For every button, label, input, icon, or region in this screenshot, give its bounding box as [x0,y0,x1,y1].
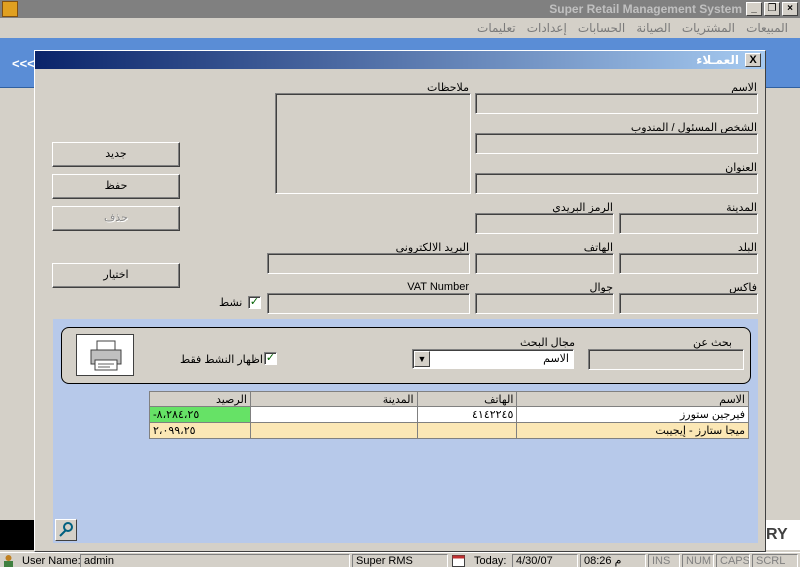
calendar-icon [452,555,465,567]
dialog-titlebar: العمـلاء X [35,51,765,69]
nav-arrows[interactable]: <<< [12,56,35,71]
column-header-phone[interactable]: الهاتف [416,391,518,407]
cell-balance[interactable]: -٨،٢٨٤،٢٥ [149,406,251,423]
user-icon [4,555,13,567]
email-field[interactable] [267,253,470,274]
user-name-label: User Name: [22,555,81,567]
contact-field[interactable] [475,133,758,154]
fax-field[interactable] [619,293,758,314]
user-name-value: admin [80,554,350,567]
scrl-indicator: SCRL [752,554,798,567]
search-for-label: بحث عن [693,337,732,349]
app-titlebar: Super Retail Management System _ ❐ × [0,0,800,18]
cell-phone[interactable] [416,422,518,439]
search-field-label: مجال البحث [520,337,576,349]
column-header-name[interactable]: الاسم [516,391,749,407]
new-button[interactable]: جديد [52,142,180,167]
address-field[interactable] [475,173,758,194]
menu-settings[interactable]: إعدادات [523,18,571,38]
customers-table: الاسم الهاتف المدينة الرصيد فيرجين ستورز… [149,391,749,439]
print-button[interactable] [76,334,134,376]
show-active-checkbox[interactable]: ✓ [264,352,277,365]
num-indicator: NUM [682,554,714,567]
menu-help[interactable]: تعليمات [473,18,520,38]
search-results-panel: ✓ اظهار النشط فقط مجال البحث الاسم ▼ بحث… [53,319,758,543]
menu-accounts[interactable]: الحسابات [574,18,629,38]
notes-field[interactable] [275,93,471,194]
app-icon[interactable] [2,1,18,17]
city-field[interactable] [619,213,758,234]
active-label: نشط [219,297,243,309]
date-value: 4/30/07 [512,554,578,567]
name-field[interactable] [475,93,758,114]
postal-field[interactable] [475,213,614,234]
menu-maintenance[interactable]: الصيانة [632,18,674,38]
table-row[interactable]: فيرجين ستورز ٤١٤٢٢٤٥ -٨،٢٨٤،٢٥ [149,406,749,423]
time-value: 08:26 م [580,554,646,567]
menu-purchases[interactable]: المشتريات [678,18,739,38]
chevron-down-icon[interactable]: ▼ [414,351,430,367]
show-active-label: اظهار النشط فقط [180,354,263,366]
minimize-button[interactable]: _ [746,2,762,16]
menu-sales[interactable]: المبيعات [742,18,792,38]
cell-name[interactable]: ميجا ستارز - إيجيبت [516,422,749,439]
cell-name[interactable]: فيرجين ستورز [516,406,749,423]
search-box: ✓ اظهار النشط فقط مجال البحث الاسم ▼ بحث… [61,327,751,384]
country-field[interactable] [619,253,758,274]
cell-balance[interactable]: ٢،٠٩٩،٢٥ [149,422,251,439]
search-input[interactable] [588,349,744,370]
phone-field[interactable] [475,253,614,274]
active-checkbox[interactable]: ✓ [248,296,261,309]
ins-indicator: INS [648,554,680,567]
brand-fragment: RY [766,520,800,550]
table-header-row: الاسم الهاتف المدينة الرصيد [149,391,749,407]
restore-button[interactable]: ❐ [764,2,780,16]
app-background-panel [0,520,34,550]
app-name-value: Super RMS [352,554,448,567]
app-title: Super Retail Management System [549,2,742,16]
customers-dialog: العمـلاء X الاسم ملاحظات الشخص المسئول /… [34,50,766,552]
cell-city[interactable] [249,406,418,423]
cell-phone[interactable]: ٤١٤٢٢٤٥ [416,406,518,423]
help-icon [59,522,73,537]
dialog-close-button[interactable]: X [745,53,761,67]
today-label: Today: [474,555,507,567]
app-close-button[interactable]: × [782,2,798,16]
statusbar: User Name: admin Super RMS Today: 4/30/0… [0,552,800,567]
mobile-field[interactable] [475,293,614,314]
column-header-city[interactable]: المدينة [249,391,418,407]
caps-indicator: CAPS [716,554,750,567]
vat-label: VAT Number [407,281,469,293]
table-row[interactable]: ميجا ستارز - إيجيبت ٢،٠٩٩،٢٥ [149,422,749,439]
search-field-value: الاسم [543,353,569,365]
select-button[interactable]: اختيار [52,263,180,288]
app-menubar: المبيعات المشتريات الصيانة الحسابات إعدا… [0,18,800,38]
column-header-balance[interactable]: الرصيد [149,391,251,407]
vat-field[interactable] [267,293,470,314]
dialog-title: العمـلاء [696,53,739,67]
cell-city[interactable] [249,422,418,439]
help-button[interactable] [55,519,77,541]
search-field-select[interactable]: الاسم ▼ [412,349,574,369]
save-button[interactable]: حفظ [52,174,180,199]
printer-icon [90,340,122,371]
delete-button[interactable]: حذف [52,206,180,231]
